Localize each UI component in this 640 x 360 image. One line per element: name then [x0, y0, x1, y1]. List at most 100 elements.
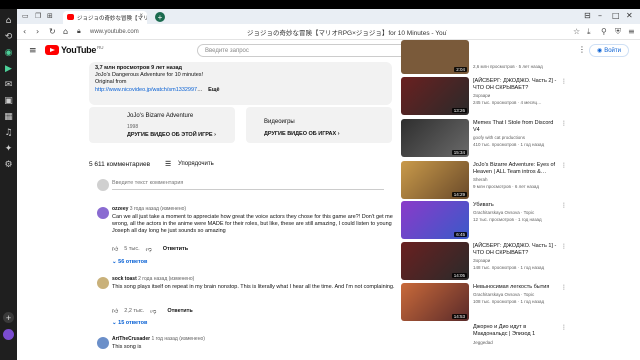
video-menu-icon[interactable]: ⋮ — [561, 120, 567, 127]
history-icon[interactable]: ⟲ — [3, 31, 14, 42]
comment-avatar[interactable] — [97, 337, 109, 349]
video-thumbnail[interactable]: 15:34 — [401, 119, 469, 157]
youtube-logo[interactable]: YouTube RU — [45, 45, 104, 55]
recommended-video[interactable]: 6:45 Убивать Grachitarskaya Ovsova · Top… — [401, 201, 640, 241]
video-meta: 245 тыс. просмотров · 4 месяц… — [473, 100, 542, 105]
music-icon[interactable]: ♫ — [3, 127, 14, 138]
video-menu-icon[interactable]: ⋮ — [561, 324, 567, 331]
category-more-link[interactable]: ДРУГИЕ ВИДЕО ОБ ИГРАХ › — [264, 131, 340, 137]
video-menu-icon[interactable]: ⋮ — [561, 78, 567, 85]
video-menu-icon[interactable]: ⋮ — [561, 162, 567, 169]
video-thumbnail[interactable]: 14:29 — [401, 161, 469, 199]
recommended-video[interactable]: 2:04 2,6 млн просмотров · 5 лет назад — [401, 40, 640, 80]
video-channel[interactable]: Jeggedad — [473, 340, 561, 345]
video-menu-icon[interactable]: ⋮ — [561, 284, 567, 291]
recommended-video[interactable]: 14:29 JoJo's Bizarre Adventure: Eyes of … — [401, 161, 640, 201]
maximize-button[interactable]: □ — [612, 11, 620, 20]
video-menu-icon[interactable]: ⋮ — [561, 202, 567, 209]
tabs-overview-icon[interactable]: ❐ — [35, 12, 41, 20]
show-more-button[interactable]: Ещё — [208, 87, 219, 93]
download-icon[interactable]: ⤓ — [587, 27, 591, 37]
video-thumbnail[interactable]: 13:26 — [401, 77, 469, 115]
video-icon[interactable]: ▣ — [3, 95, 14, 106]
video-thumbnail[interactable]: 14:05 — [401, 242, 469, 280]
recommended-video[interactable]: Джорно и Дио идут в Макдональдс | Эпизод… — [401, 323, 640, 360]
video-thumbnail[interactable]: 6:45 — [401, 201, 469, 239]
recommended-video[interactable]: 13:26 [АЙСБЕРГ: ДЖОДЖО. Часть 2] - ЧТО О… — [401, 77, 640, 117]
video-title[interactable]: JoJo's Bizarre Adventure: Eyes of Heaven… — [473, 162, 559, 176]
reply-button[interactable]: Ответить — [163, 246, 188, 252]
reply-button[interactable]: Ответить — [167, 308, 192, 314]
like-icon[interactable]: 👍︎ — [112, 307, 118, 315]
video-channel[interactable]: Sherah — [473, 177, 561, 182]
tab-close-button[interactable]: × — [139, 13, 143, 19]
close-window-button[interactable]: ✕ — [626, 11, 633, 20]
play-icon[interactable]: ▶ — [3, 63, 14, 74]
show-replies-button[interactable]: ⌄ 56 ответов — [112, 259, 147, 265]
like-icon[interactable]: 👍︎ — [112, 245, 118, 253]
category-card[interactable]: Видеоигры ДРУГИЕ ВИДЕО ОБ ИГРАХ › — [246, 107, 392, 143]
video-meta: 108 тыс. просмотров · 1 год назад — [473, 299, 545, 304]
hamburger-menu-icon[interactable]: ≡ — [29, 46, 37, 56]
video-title[interactable]: Убивать — [473, 202, 559, 209]
video-title[interactable]: [АЙСБЕРГ: ДЖОДЖО. Часть 1] - ЧТО ОН СКРЫ… — [473, 243, 559, 257]
back-icon[interactable]: ‹ — [23, 27, 26, 36]
recommended-video[interactable]: 14:05 [АЙСБЕРГ: ДЖОДЖО. Часть 1] - ЧТО О… — [401, 242, 640, 282]
calendar-icon[interactable]: ▦ — [3, 111, 14, 122]
video-channel[interactable]: Grachitarskaya Ovsova · Topic — [473, 292, 561, 297]
video-channel[interactable]: goofy with cat productions — [473, 135, 561, 140]
video-thumbnail[interactable] — [401, 323, 469, 360]
comment-avatar[interactable] — [97, 277, 109, 289]
dislike-icon[interactable]: 👎︎ — [146, 245, 152, 253]
video-channel[interactable]: Зорзари — [473, 258, 561, 263]
video-title[interactable]: Невыносимая легкость бытия — [473, 284, 559, 291]
forward-icon[interactable]: › — [36, 27, 39, 36]
url-field[interactable]: www.youtube.com — [90, 27, 180, 37]
description-link[interactable]: http://www.nicovideo.jp/watch/sm1332997 — [95, 87, 197, 93]
video-description[interactable]: 3,7 млн просмотров 9 лет назад JoJo's Da… — [89, 62, 392, 105]
video-title[interactable]: [АЙСБЕРГ: ДЖОДЖО. Часть 2] - ЧТО ОН СКРЫ… — [473, 78, 559, 92]
game-year: 1998 — [127, 124, 139, 130]
bookmark-icon[interactable]: ☆ — [573, 27, 580, 36]
bookmark-bar-icon[interactable]: ⊟ — [584, 11, 591, 20]
menu-icon[interactable]: ≡ — [628, 27, 635, 36]
video-meta: 410 тыс. просмотров · 1 год назад — [473, 142, 545, 147]
show-replies-button[interactable]: ⌄ 15 ответов — [112, 320, 147, 326]
video-thumbnail[interactable]: 2:04 — [401, 40, 469, 74]
home-icon[interactable]: ⌂ — [3, 15, 14, 26]
messenger-icon[interactable]: ✉ — [3, 79, 14, 90]
game-card[interactable]: JoJo's Bizarre Adventure 1998 ДРУГИЕ ВИД… — [89, 107, 235, 143]
game-more-link[interactable]: ДРУГИЕ ВИДЕО ОБ ЭТОЙ ИГРЕ › — [127, 132, 216, 138]
video-title[interactable]: Джорно и Дио идут в Макдональдс | Эпизод… — [473, 324, 559, 338]
tab-list-icon[interactable]: ⊞ — [47, 12, 53, 20]
ai-icon[interactable]: ✦ — [3, 143, 14, 154]
extensions-icon[interactable]: ⚲ — [601, 27, 607, 36]
new-tab-button[interactable]: + — [155, 12, 165, 22]
tab-active[interactable]: ジョジョの奇妙な冒険【マリオRPG×ジョジョ】 × — [63, 11, 147, 24]
settings-icon[interactable]: ⚙ — [3, 159, 14, 170]
add-sidebar-app-icon[interactable]: + — [3, 312, 14, 323]
sort-button[interactable]: Упорядочить — [178, 161, 214, 167]
comment-avatar[interactable] — [97, 207, 109, 219]
dislike-icon[interactable]: 👎︎ — [150, 307, 156, 315]
home-button-icon[interactable]: ⌂ — [63, 27, 68, 36]
video-thumbnail[interactable]: 14:53 — [401, 283, 469, 321]
profile-avatar[interactable] — [3, 329, 14, 340]
video-channel[interactable]: Зорзари — [473, 93, 561, 98]
comment-author[interactable]: sock toast — [112, 276, 137, 282]
video-title[interactable]: Memes That I Stole from Discord V4 — [473, 120, 559, 134]
minimize-button[interactable]: – — [598, 11, 602, 20]
recommended-video[interactable]: 14:53 Невыносимая легкость бытия Grachit… — [401, 283, 640, 323]
reload-icon[interactable]: ↻ — [49, 27, 56, 36]
add-comment-input[interactable]: Введите текст комментария — [112, 180, 384, 190]
window-icon[interactable]: ▭ — [22, 12, 29, 20]
video-menu-icon[interactable]: ⋮ — [561, 243, 567, 250]
video-channel[interactable]: Grachitarskaya Ovsova · Topic — [473, 210, 561, 215]
shield-icon[interactable]: ⛨ — [615, 27, 621, 37]
store-icon[interactable]: ◉ — [3, 47, 14, 58]
search-input[interactable]: Введите запрос — [197, 44, 417, 57]
sort-icon[interactable]: ☰ — [165, 160, 171, 168]
comment-author[interactable]: ArtTheCrusader — [112, 336, 150, 342]
comment-author[interactable]: ozzeey — [112, 206, 128, 212]
recommended-video[interactable]: 15:34 Memes That I Stole from Discord V4… — [401, 119, 640, 159]
